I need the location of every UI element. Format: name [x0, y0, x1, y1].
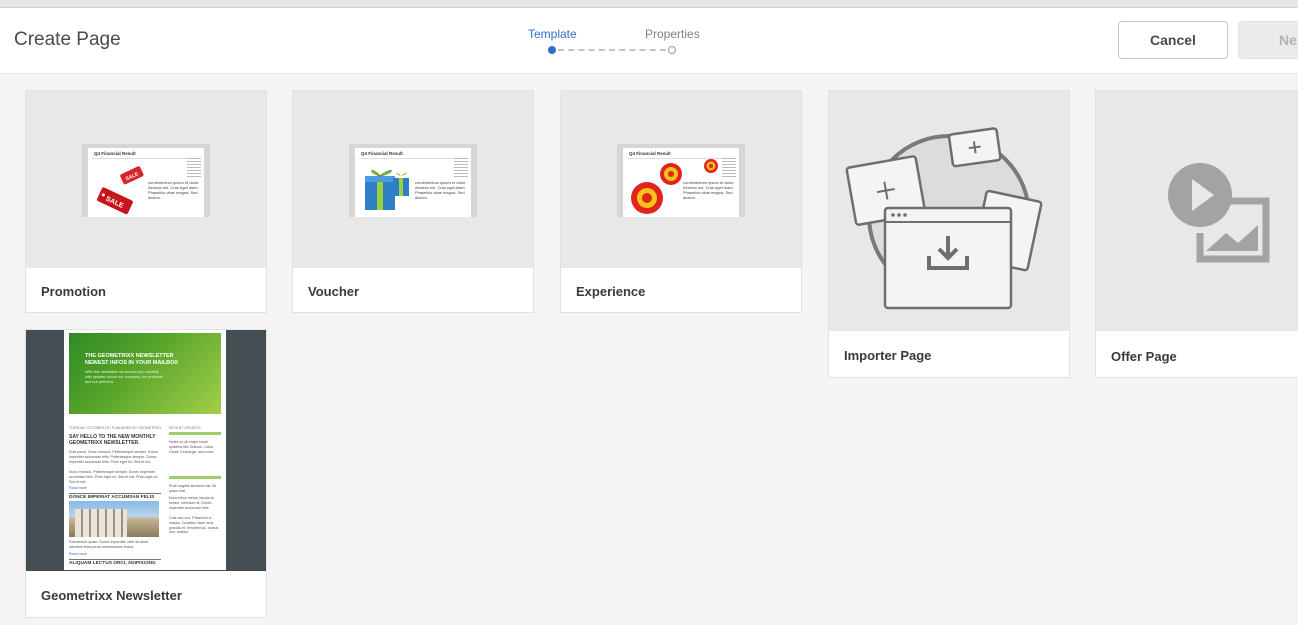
template-preview: Q4 Financial Result condimentum ipsum et… [349, 144, 477, 217]
preview-heading: Q4 Financial Result [94, 151, 136, 156]
newsletter-side-text: Nunc tellus metus, iaculis at, ornare, i… [169, 496, 215, 510]
browser-top-strip [0, 0, 1298, 8]
preview-text: condimentum ipsum et dolor. Aenean est. … [148, 180, 200, 200]
template-thumbnail [829, 91, 1069, 331]
template-name: Voucher [308, 284, 360, 299]
step-template-label[interactable]: Template [528, 27, 577, 41]
template-preview: Q4 Financial Result condimentum ipsum et… [617, 144, 745, 217]
importer-illustration-icon [845, 127, 1043, 310]
newsletter-heading: ALIQUAM LECTUS ORCI, ADIPISCING [69, 559, 161, 566]
hero-subtitle: With this newsletter we provide you mont… [85, 370, 163, 384]
template-card-promotion[interactable]: Q4 Financial Result SALE SALE condimentu… [25, 90, 267, 313]
target-small-icon [704, 159, 718, 173]
preview-text: condimentum ipsum et dolor. Aenean est. … [415, 180, 467, 200]
newsletter-heading: SAY HELLO TO THE NEW MONTHLY GEOMETRIXX … [69, 434, 156, 446]
template-name: Promotion [41, 284, 106, 299]
template-thumbnail [1096, 91, 1298, 331]
step-properties-dot [668, 46, 676, 54]
template-card-offer-page[interactable]: Offer Page [1095, 90, 1298, 378]
newsletter-body: Fermentum quam. Donec imperdiet, nibh si… [69, 540, 149, 549]
target-icon [631, 163, 682, 214]
newsletter-hero: THE GEOMETRIXX NEWSLETTER NEWEST INFOS IN… [69, 333, 221, 414]
cancel-button[interactable]: Cancel [1118, 21, 1228, 59]
page-title: Create Page [14, 29, 121, 50]
newsletter-body: Duis purus. Nunc rhoncus. Pellentesque s… [69, 450, 159, 464]
newsletter-side-text: Cras sed orci. Phasellus in massa. Curab… [169, 516, 219, 535]
sale-tag-icon: SALE SALE [97, 166, 144, 215]
offer-media-icon [1168, 163, 1270, 263]
template-preview: Q4 Financial Result SALE SALE condimentu… [82, 144, 210, 217]
template-thumbnail: Q4 Financial Result condimentum ipsum et… [293, 91, 533, 268]
template-card-experience[interactable]: Q4 Financial Result condimentum ipsum et… [560, 90, 802, 313]
template-name: Importer Page [844, 348, 932, 363]
newsletter-side-text: Proin sagittis tincidunt nisi. All quam … [169, 484, 217, 493]
template-name: Geometrixx Newsletter [41, 588, 182, 603]
template-name: Experience [576, 284, 646, 299]
hero-title-line-2: NEWEST INFOS IN YOUR MAILBOX [85, 360, 179, 366]
newsletter-read-more-link: Read more [69, 486, 87, 490]
template-thumbnail: THE GEOMETRIXX NEWSLETTER NEWEST INFOS IN… [26, 330, 266, 571]
newsletter-meta: TUESDAY, OCTOBER 23 | PUBLISHED BY GEOME… [69, 426, 162, 430]
next-button[interactable]: Next [1238, 21, 1298, 59]
wizard-steps: Template Properties [520, 26, 720, 66]
template-card-geometrixx-newsletter[interactable]: THE GEOMETRIXX NEWSLETTER NEWEST INFOS IN… [25, 329, 267, 618]
template-card-importer-page[interactable]: Importer Page [828, 90, 1070, 378]
newsletter-side-title: RECENT UPDATES [169, 426, 201, 430]
preview-text: condimentum ipsum et dolor. Aenean est. … [683, 180, 735, 200]
newsletter-preview: THE GEOMETRIXX NEWSLETTER NEWEST INFOS IN… [64, 330, 226, 570]
template-card-voucher[interactable]: Q4 Financial Result condimentum ipsum et… [292, 90, 534, 313]
preview-heading: Q4 Financial Result [629, 151, 671, 156]
template-thumbnail: Q4 Financial Result condimentum ipsum et… [561, 91, 801, 268]
step-connector [558, 49, 666, 51]
preview-heading: Q4 Financial Result [361, 151, 403, 156]
step-properties-label[interactable]: Properties [645, 27, 700, 41]
page-header: Create Page Template Properties Cancel N… [0, 8, 1298, 74]
gift-box-icon [365, 170, 409, 210]
newsletter-side-text: Notes on all major email systems like Ou… [169, 440, 215, 454]
newsletter-heading: DONCE IMPERIAT ACCUMSAN FELIS [69, 493, 161, 500]
newsletter-building-image [69, 501, 159, 537]
newsletter-read-more-link: Read more [69, 552, 87, 556]
template-thumbnail: Q4 Financial Result SALE SALE condimentu… [26, 91, 266, 268]
template-name: Offer Page [1111, 349, 1177, 364]
hero-title-line-1: THE GEOMETRIXX NEWSLETTER [85, 353, 174, 359]
step-template-dot [548, 46, 556, 54]
newsletter-body: Nunc rhoncus. Pellentesque semper. Donec… [69, 470, 159, 484]
